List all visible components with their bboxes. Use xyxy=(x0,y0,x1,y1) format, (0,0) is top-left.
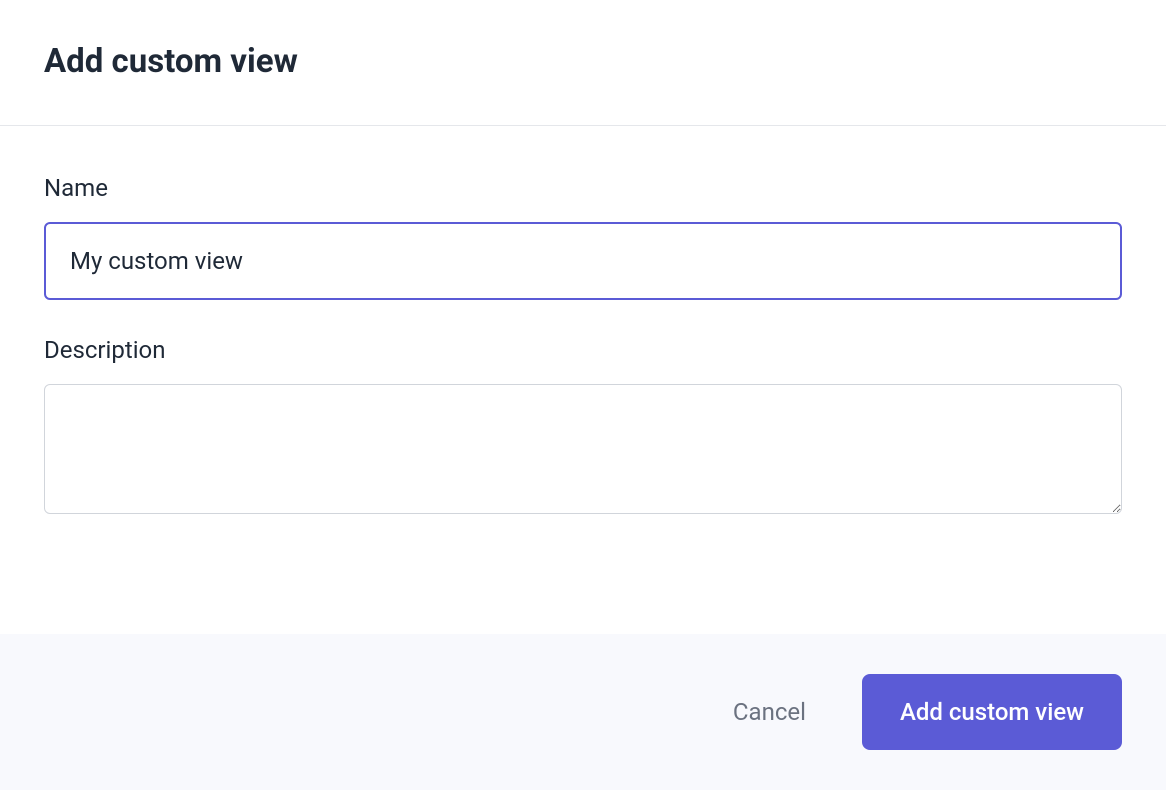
dialog-title: Add custom view xyxy=(44,42,1122,81)
description-label: Description xyxy=(44,336,1122,364)
name-label: Name xyxy=(44,174,1122,202)
description-field-group: Description xyxy=(44,336,1122,518)
submit-button[interactable]: Add custom view xyxy=(862,674,1122,750)
name-input[interactable] xyxy=(44,222,1122,300)
name-field-group: Name xyxy=(44,174,1122,300)
dialog-header: Add custom view xyxy=(0,0,1166,126)
cancel-button[interactable]: Cancel xyxy=(717,690,822,734)
dialog-footer: Cancel Add custom view xyxy=(0,634,1166,790)
description-input[interactable] xyxy=(44,384,1122,514)
dialog-body: Name Description xyxy=(0,126,1166,634)
